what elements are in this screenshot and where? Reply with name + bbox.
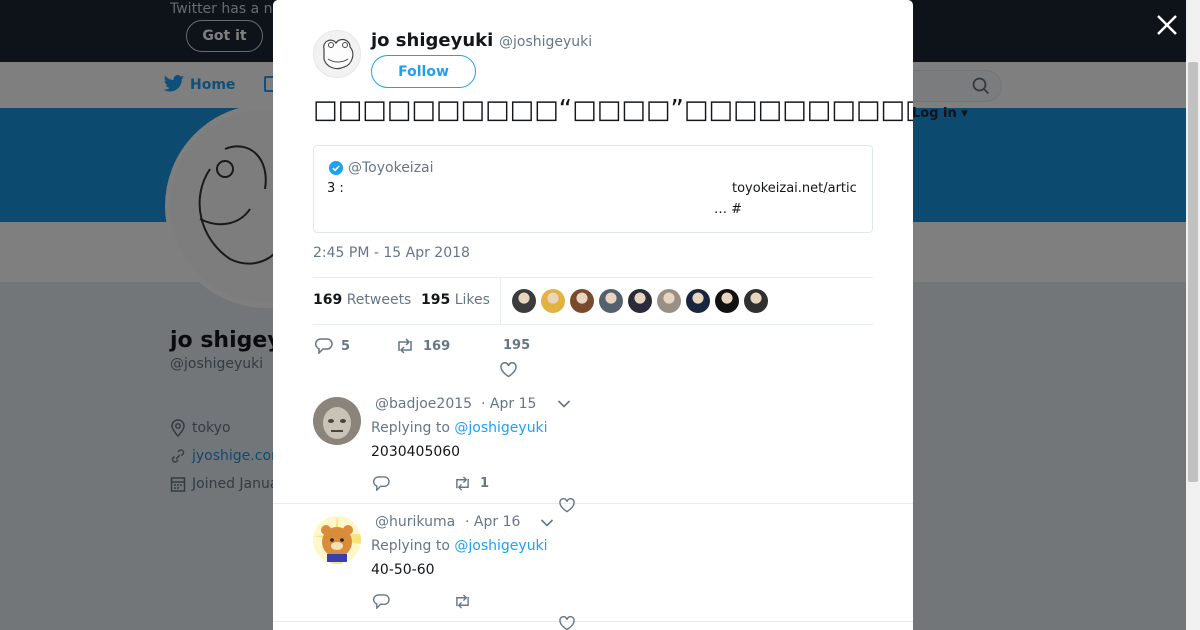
retweets-stat[interactable]: 169 Retweets [313, 292, 411, 308]
reply-context: Replying to @joshigeyuki [371, 420, 548, 436]
liker-avatar[interactable] [628, 289, 652, 313]
likes-label: Likes [454, 292, 490, 308]
chevron-down-icon[interactable] [540, 518, 554, 528]
author-handle[interactable]: @joshigeyuki [499, 34, 592, 50]
reply-handle[interactable]: @hurikuma [375, 514, 455, 530]
reply-handle[interactable]: @badjoe2015 [375, 396, 472, 412]
reply-text: 2030405060 [371, 444, 461, 460]
reply-action[interactable] [373, 476, 390, 491]
reply-mention-link[interactable]: @joshigeyuki [454, 420, 547, 436]
reply-icon [373, 594, 390, 609]
reply-count: 5 [341, 338, 351, 354]
liker-avatars [512, 289, 768, 313]
verified-badge-icon [329, 161, 343, 175]
tweet-stats: 169 Retweets 195 Likes [313, 277, 873, 325]
like-action[interactable]: 195 [503, 338, 530, 353]
like-count: 195 [503, 338, 531, 353]
liker-avatar[interactable] [512, 289, 536, 313]
quote-text-a: 3 : [327, 181, 344, 196]
close-icon[interactable] [1154, 12, 1180, 38]
author-avatar[interactable] [313, 30, 361, 78]
replying-prefix: Replying to [371, 420, 450, 436]
quote-link[interactable]: toyokeizai.net/artic [732, 181, 862, 196]
reply-text: 40-50-60 [371, 562, 435, 578]
quote-text-b: … # [714, 202, 743, 217]
reply-action[interactable] [373, 594, 390, 609]
tweet-text: □□□□□□□□□□“□□□□”□□□□□□□□□□□(□) [313, 95, 913, 125]
retweet-action[interactable]: 169 [395, 338, 450, 354]
retweet-icon [456, 594, 469, 609]
retweet-count: 1 [480, 476, 490, 491]
stats-divider [500, 278, 501, 325]
liker-avatar[interactable] [657, 289, 681, 313]
liker-avatar[interactable] [686, 289, 710, 313]
reply-date[interactable]: · Apr 16 [465, 514, 520, 530]
heart-icon[interactable] [559, 616, 575, 630]
retweet-icon [398, 338, 412, 354]
retweet-action[interactable] [453, 594, 472, 609]
retweets-count: 169 [313, 292, 343, 308]
likes-count: 195 [421, 292, 451, 308]
reply-avatar[interactable] [313, 516, 361, 564]
replying-prefix: Replying to [371, 538, 450, 554]
liker-avatar[interactable] [599, 289, 623, 313]
liker-avatar[interactable] [744, 289, 768, 313]
liker-avatar[interactable] [715, 289, 739, 313]
reply-item[interactable]: @badjoe2015 · Apr 15 Replying to @joshig… [273, 385, 913, 513]
reply-icon [373, 476, 390, 491]
retweets-label: Retweets [346, 292, 412, 308]
tweet-modal: jo shigeyuki @joshigeyuki Follow □□□□□□□… [273, 0, 913, 630]
liker-avatar[interactable] [541, 289, 565, 313]
retweet-count: 169 [423, 338, 451, 354]
retweet-action[interactable]: 1 [453, 476, 489, 491]
retweet-icon [456, 476, 469, 491]
reply-icon [315, 338, 333, 354]
reply-context: Replying to @joshigeyuki [371, 538, 548, 554]
author-name[interactable]: jo shigeyuki [371, 30, 493, 51]
heart-icon[interactable] [500, 362, 517, 378]
follow-button[interactable]: Follow [371, 55, 476, 88]
liker-avatar[interactable] [570, 289, 594, 313]
reply-avatar[interactable] [313, 397, 361, 445]
quoted-tweet[interactable]: @Toyokeizai 3 : toyokeizai.net/artic … # [313, 145, 873, 233]
chevron-down-icon[interactable] [557, 399, 571, 409]
reply-item[interactable]: @hurikuma · Apr 16 Replying to @joshigey… [273, 504, 913, 630]
page-scrollbar-thumb[interactable] [1188, 62, 1198, 482]
reply-mention-link[interactable]: @joshigeyuki [454, 538, 547, 554]
reply-date[interactable]: · Apr 15 [481, 396, 536, 412]
reply-action[interactable]: 5 [315, 338, 350, 354]
quote-handle: @Toyokeizai [348, 160, 434, 176]
likes-stat[interactable]: 195 Likes [421, 292, 490, 308]
tweet-timestamp[interactable]: 2:45 PM - 15 Apr 2018 [313, 245, 470, 261]
